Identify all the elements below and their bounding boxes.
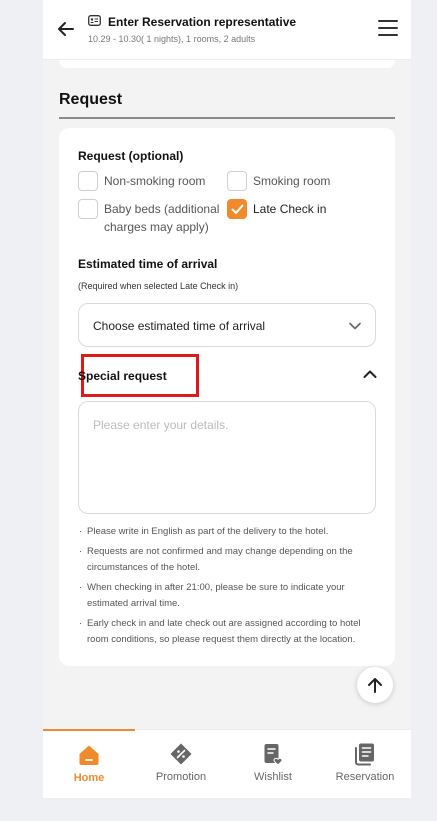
option-late-check-in[interactable]: Late Check in [227,199,326,219]
option-label: Baby beds (additional charges may apply) [104,202,220,234]
notice-item: When checking in after 21:00, please be … [79,580,381,612]
tab-label: Promotion [155,771,207,783]
tab-label: Home [73,772,105,784]
home-icon [79,745,99,765]
request-label: Request (optional) [78,149,184,163]
previous-section-card [59,60,395,68]
request-card: Request (optional) Non-smoking room Smok… [59,128,395,666]
promotion-icon [170,743,192,765]
top-header: Enter Reservation representative 10.29 -… [43,0,411,60]
tab-label: Reservation [335,771,395,783]
arrival-time-select[interactable]: Choose estimated time of arrival [78,303,376,347]
tab-label: Wishlist [254,771,292,783]
tab-wishlist[interactable]: Wishlist [227,730,319,798]
wishlist-icon [264,744,283,766]
header-subtitle: 10.29 - 10.30( 1 nights), 1 rooms, 2 adu… [88,34,256,44]
option-label: Smoking room [253,174,331,188]
header-title: Enter Reservation representative [108,15,297,29]
chevron-down-icon [349,322,361,330]
special-request-textarea[interactable]: Please enter your details. [78,401,376,514]
option-label: Non-smoking room [104,174,206,188]
reservation-icon [355,743,374,766]
option-non-smoking[interactable]: Non-smoking room [78,171,205,191]
tab-home[interactable]: Home [43,729,135,798]
textarea-placeholder: Please enter your details. [93,418,229,432]
arrow-up-icon [368,678,382,693]
option-baby-beds[interactable]: Baby beds (additional charges may apply) [78,199,229,236]
arrival-label: Estimated time of arrival [78,257,218,271]
checkbox[interactable] [227,171,247,191]
select-value: Choose estimated time of arrival [93,319,266,333]
tab-reservation[interactable]: Reservation [319,730,411,798]
checkbox[interactable] [78,171,98,191]
notice-item: Early check in and late check out are as… [79,616,381,648]
arrival-note: (Required when selected Late Check in) [78,281,239,291]
chevron-up-icon[interactable] [363,369,377,379]
notice-item: Requests are not confirmed and may chang… [79,544,381,576]
app-screen: Enter Reservation representative 10.29 -… [43,0,411,798]
checkmark-icon [231,204,244,214]
checkbox[interactable] [78,199,98,219]
special-request-label: Special request [78,369,167,383]
tab-promotion[interactable]: Promotion [135,730,227,798]
option-label: Late Check in [253,202,327,216]
section-divider [59,117,395,119]
hamburger-menu-icon[interactable] [378,20,398,38]
back-arrow-icon[interactable] [55,18,77,40]
id-card-icon [88,15,101,26]
scroll-to-top-button[interactable] [357,667,393,703]
section-title: Request [59,91,123,108]
bottom-tab-bar: Home Promotion Wishlist Reservation [43,729,411,798]
notice-list: Please write in English as part of the d… [79,524,381,652]
notice-item: Please write in English as part of the d… [79,524,381,540]
checkbox-checked[interactable] [227,199,247,219]
option-smoking[interactable]: Smoking room [227,171,330,191]
